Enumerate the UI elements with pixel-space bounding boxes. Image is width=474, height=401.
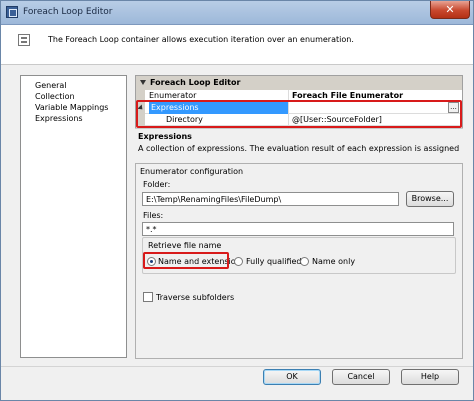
close-button[interactable]: ✕ (430, 1, 470, 19)
files-label: Files: (143, 211, 164, 220)
window-icon (6, 6, 18, 18)
cancel-button[interactable]: Cancel (332, 369, 390, 385)
traverse-subfolders-checkbox[interactable] (143, 292, 153, 302)
nav-item-expressions[interactable]: Expressions (35, 113, 83, 124)
radio-name-only-label[interactable]: Name only (312, 257, 355, 266)
grid-category-header[interactable]: Foreach Loop Editor (136, 76, 462, 90)
highlight-box-expressions (136, 100, 462, 128)
folder-label: Folder: (143, 180, 171, 189)
radio-name-only[interactable] (300, 257, 309, 266)
traverse-subfolders-label[interactable]: Traverse subfolders (156, 293, 234, 302)
description-title: Expressions (138, 132, 192, 141)
browse-button[interactable]: Browse... (406, 191, 454, 207)
window-title: Foreach Loop Editor (23, 7, 113, 17)
ok-button[interactable]: OK (263, 369, 321, 385)
highlight-box-name-and-extension (143, 252, 229, 269)
nav-item-collection[interactable]: Collection (35, 91, 75, 102)
files-input[interactable]: *.* (142, 222, 454, 236)
nav-item-variable-mappings[interactable]: Variable Mappings (35, 102, 108, 113)
help-button[interactable]: Help (401, 369, 459, 385)
close-icon: ✕ (445, 3, 455, 16)
enumerator-config-title: Enumerator configuration (140, 167, 244, 176)
radio-fully-qualified[interactable] (234, 257, 243, 266)
page-nav: General Collection Variable Mappings Exp… (20, 75, 127, 358)
retrieve-file-name-label: Retrieve file name (147, 241, 223, 250)
foreach-loop-editor-window: Foreach Loop Editor ✕ The Foreach Loop c… (0, 0, 474, 401)
footer-separator (1, 366, 473, 367)
grid-row-value: Foreach File Enumerator (292, 91, 404, 100)
grid-category-label: Foreach Loop Editor (150, 78, 241, 87)
radio-fully-qualified-label[interactable]: Fully qualified (246, 257, 302, 266)
grid-row-key: Enumerator (149, 91, 197, 100)
header-description: The Foreach Loop container allows execut… (48, 35, 354, 44)
description-text: A collection of expressions. The evaluat… (138, 144, 460, 153)
foreach-container-icon (18, 34, 30, 46)
folder-input[interactable]: E:\Temp\RenamingFiles\FileDump\ (142, 192, 399, 206)
collapse-arrow-icon[interactable] (140, 80, 146, 85)
header-panel: The Foreach Loop container allows execut… (1, 25, 473, 65)
description-panel: Expressions A collection of expressions.… (135, 128, 463, 156)
nav-item-general[interactable]: General (35, 80, 67, 91)
title-bar: Foreach Loop Editor ✕ (1, 1, 473, 25)
